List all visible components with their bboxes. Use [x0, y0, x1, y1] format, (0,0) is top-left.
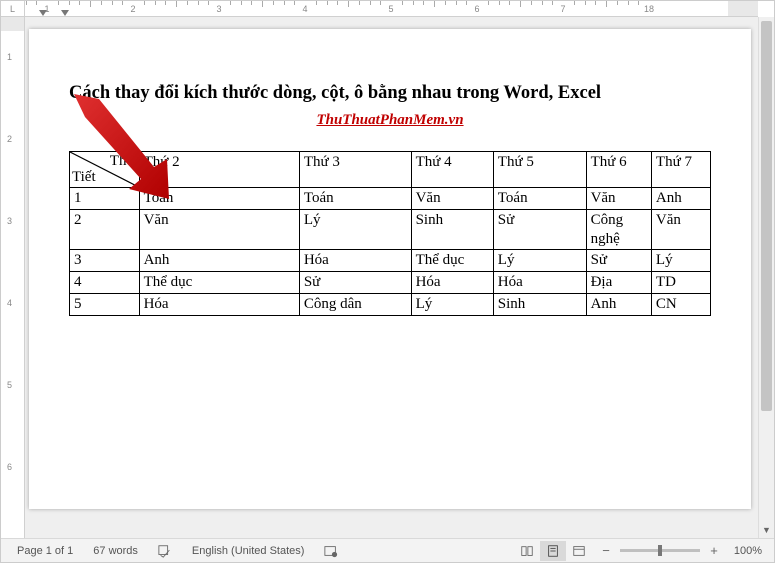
- table-cell[interactable]: Lý: [299, 209, 411, 250]
- table-cell[interactable]: Sử: [299, 272, 411, 294]
- macro-record-button[interactable]: [314, 539, 348, 562]
- col-header[interactable]: Thứ 5: [493, 152, 586, 188]
- table-cell[interactable]: Thể dục: [411, 250, 493, 272]
- table-cell[interactable]: Hóa: [299, 250, 411, 272]
- table-cell[interactable]: Anh: [139, 250, 299, 272]
- table-cell[interactable]: CN: [651, 293, 710, 315]
- col-header[interactable]: Thứ 7: [651, 152, 710, 188]
- col-header[interactable]: Thứ 6: [586, 152, 651, 188]
- vertical-ruler[interactable]: 123456: [1, 17, 25, 538]
- table-cell[interactable]: Lý: [651, 250, 710, 272]
- table-cell[interactable]: Sinh: [493, 293, 586, 315]
- table-row[interactable]: 3AnhHóaThể dụcLýSửLý: [70, 250, 711, 272]
- table-cell[interactable]: Sinh: [411, 209, 493, 250]
- table-row[interactable]: 4Thể dụcSửHóaHóaĐịaTD: [70, 272, 711, 294]
- view-mode-buttons: [514, 541, 592, 561]
- spellcheck-icon: [158, 544, 172, 558]
- table-cell[interactable]: Sử: [586, 250, 651, 272]
- table-cell[interactable]: Sử: [493, 209, 586, 250]
- row-header[interactable]: 4: [70, 272, 140, 294]
- col-header[interactable]: Thứ 4: [411, 152, 493, 188]
- table-cell[interactable]: Hóa: [493, 272, 586, 294]
- table-cell[interactable]: Lý: [411, 293, 493, 315]
- table-cell[interactable]: Anh: [651, 188, 710, 210]
- web-layout-icon: [572, 544, 586, 558]
- col-header[interactable]: Thứ 3: [299, 152, 411, 188]
- zoom-slider-thumb[interactable]: [658, 545, 662, 556]
- scroll-down-button[interactable]: ▼: [759, 522, 774, 538]
- zoom-percent[interactable]: 100%: [728, 545, 762, 557]
- word-count[interactable]: 67 words: [83, 539, 148, 562]
- table-cell[interactable]: Văn: [586, 188, 651, 210]
- table-cell[interactable]: Hóa: [411, 272, 493, 294]
- spellcheck-button[interactable]: [148, 539, 182, 562]
- document-canvas: Cách thay đổi kích thước dòng, cột, ô bằ…: [25, 17, 758, 538]
- read-mode-button[interactable]: [514, 541, 540, 561]
- horizontal-ruler[interactable]: 123456718: [25, 1, 758, 17]
- status-bar: Page 1 of 1 67 words English (United Sta…: [1, 538, 774, 562]
- zoom-control: − + 100%: [592, 543, 768, 559]
- page[interactable]: Cách thay đổi kích thước dòng, cột, ô bằ…: [29, 29, 751, 509]
- read-mode-icon: [520, 544, 534, 558]
- table-cell[interactable]: Công dân: [299, 293, 411, 315]
- print-layout-button[interactable]: [540, 541, 566, 561]
- vertical-scrollbar[interactable]: ▼: [758, 17, 774, 538]
- table-header-row[interactable]: Thứ Tiết Thứ 2 Thứ 3 Thứ 4 Thứ 5 Thứ 6 T…: [70, 152, 711, 188]
- table-cell[interactable]: Toán: [139, 188, 299, 210]
- diagonal-header-cell[interactable]: Thứ Tiết: [70, 152, 140, 188]
- schedule-table[interactable]: Thứ Tiết Thứ 2 Thứ 3 Thứ 4 Thứ 5 Thứ 6 T…: [69, 151, 711, 316]
- web-layout-button[interactable]: [566, 541, 592, 561]
- table-cell[interactable]: Lý: [493, 250, 586, 272]
- table-cell[interactable]: Hóa: [139, 293, 299, 315]
- row-header[interactable]: 1: [70, 188, 140, 210]
- table-cell[interactable]: Địa: [586, 272, 651, 294]
- table-cell[interactable]: Toán: [299, 188, 411, 210]
- page-number-indicator[interactable]: Page 1 of 1: [7, 539, 83, 562]
- table-cell[interactable]: Văn: [139, 209, 299, 250]
- header-top-label: Thứ: [110, 152, 135, 171]
- zoom-slider[interactable]: [620, 549, 700, 552]
- table-cell[interactable]: TD: [651, 272, 710, 294]
- table-row[interactable]: 2VănLýSinhSửCông nghệVăn: [70, 209, 711, 250]
- table-row[interactable]: 5HóaCông dânLýSinhAnhCN: [70, 293, 711, 315]
- zoom-in-button[interactable]: +: [706, 543, 722, 559]
- document-title[interactable]: Cách thay đổi kích thước dòng, cột, ô bằ…: [69, 83, 711, 104]
- row-header[interactable]: 3: [70, 250, 140, 272]
- table-row[interactable]: 1ToánToánVănToánVănAnh: [70, 188, 711, 210]
- col-header[interactable]: Thứ 2: [139, 152, 299, 188]
- scrollbar-thumb[interactable]: [761, 21, 772, 411]
- macro-icon: [324, 544, 338, 558]
- header-left-label: Tiết: [72, 168, 96, 187]
- document-subtitle[interactable]: ThuThuatPhanMem.vn: [69, 112, 711, 129]
- table-cell[interactable]: Toán: [493, 188, 586, 210]
- table-cell[interactable]: Công nghệ: [586, 209, 651, 250]
- table-cell[interactable]: Văn: [651, 209, 710, 250]
- row-header[interactable]: 5: [70, 293, 140, 315]
- print-layout-icon: [546, 544, 560, 558]
- row-header[interactable]: 2: [70, 209, 140, 250]
- zoom-out-button[interactable]: −: [598, 543, 614, 559]
- tab-stop[interactable]: [61, 10, 69, 17]
- language-indicator[interactable]: English (United States): [182, 539, 315, 562]
- ruler-corner[interactable]: L: [1, 1, 25, 17]
- table-cell[interactable]: Thể dục: [139, 272, 299, 294]
- table-cell[interactable]: Văn: [411, 188, 493, 210]
- table-cell[interactable]: Anh: [586, 293, 651, 315]
